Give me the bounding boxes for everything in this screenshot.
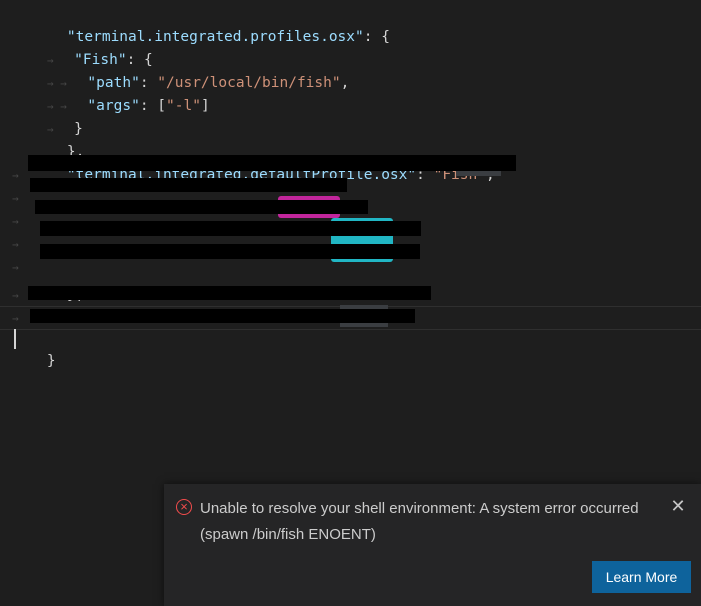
code-line: → } [12,95,83,137]
code-line: → → "args": ["-l"] [12,72,210,114]
code-line: "terminal.integrated.profiles.osx": { [12,3,390,45]
learn-more-button[interactable]: Learn More [592,561,691,593]
redacted-block [30,309,415,323]
json-punctuation: : [ [139,98,167,114]
json-key: "args" [87,98,140,114]
indent-guide: → [12,169,26,182]
redacted-block [28,155,516,171]
indent-guide: → [12,192,26,205]
json-punctuation: ] [200,98,210,114]
error-circle-icon: × [176,499,192,515]
json-punctuation: : { [363,29,390,45]
code-line: }, [12,261,84,303]
json-punctuation: } [46,353,56,369]
notification-message: Unable to resolve your shell environment… [200,500,639,543]
redacted-block [30,178,347,192]
code-line: }, [12,118,84,160]
redacted-block [28,286,431,300]
text-cursor [14,329,16,349]
error-notification: × Unable to resolve your shell environme… [164,484,701,606]
code-line: → [12,284,25,307]
redacted-block [40,244,420,259]
indent-guide: → [12,289,26,302]
code-line: → [12,187,25,210]
code-line: → "Fish": { [12,26,153,68]
json-string: "-l" [166,98,201,114]
indent-guide: → [12,215,26,228]
code-line: → [12,233,25,256]
indent-guide: → [12,312,26,325]
code-line: → [12,210,25,233]
code-line: → [12,164,25,187]
redacted-block [40,221,421,236]
code-line: → → "path": "/usr/local/bin/fish", [12,49,349,91]
redacted-block [35,200,368,214]
close-icon[interactable]: ✕ [669,497,687,515]
json-punctuation: , [340,75,350,91]
code-line: } [12,327,56,369]
indent-guide: → [12,238,26,251]
